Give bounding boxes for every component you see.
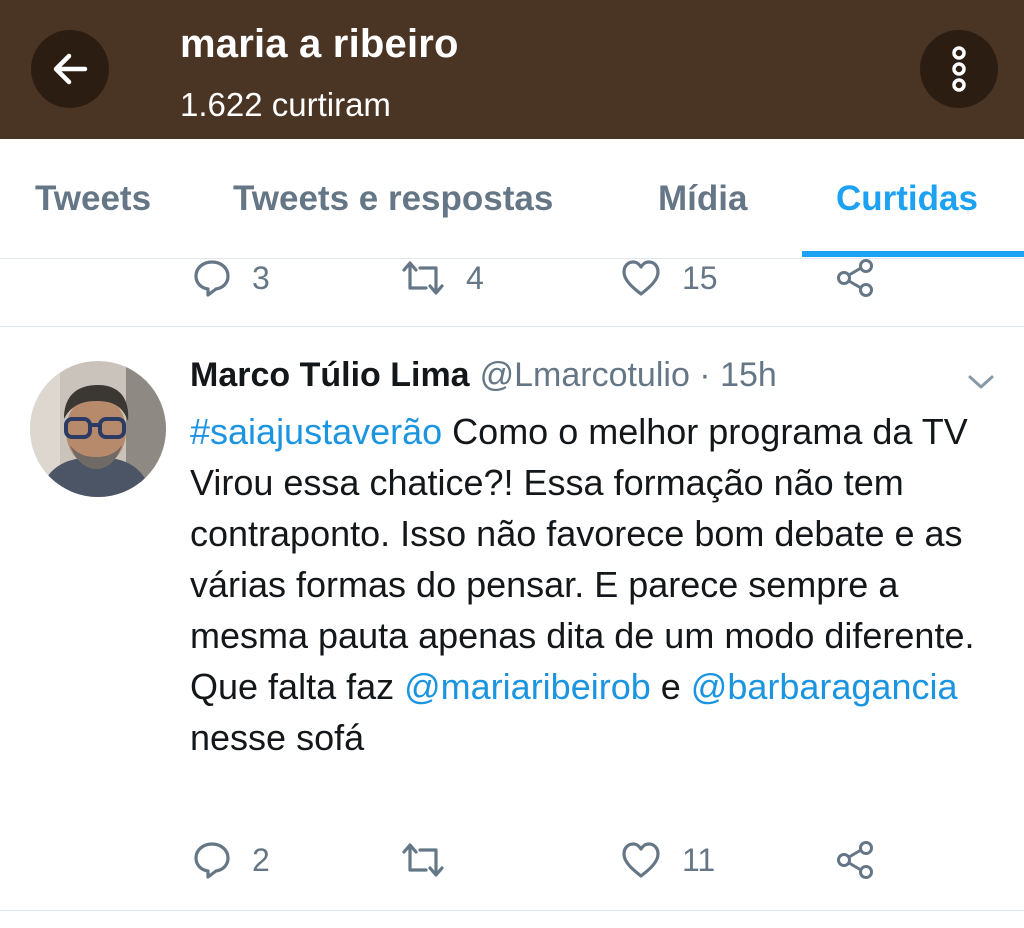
chevron-down-icon [968,375,994,389]
tab-likes[interactable]: Curtidas [836,179,978,219]
previous-tweet-actions: 3 4 15 [0,258,1024,318]
avatar-photo [30,361,166,497]
vertical-dots-icon [952,46,966,92]
profile-header: maria a ribeiro 1.622 curtiram [0,0,1024,139]
share-icon [837,259,873,297]
arrow-left-icon [53,53,88,85]
tab-tweets-and-replies[interactable]: Tweets e respostas [233,179,553,219]
heart-icon [622,842,660,878]
tweet-text-part: nesse sofá [190,717,365,758]
like-button[interactable]: 11 [620,840,715,880]
tweet-header: Marco Túlio Lima @Lmarcotulio · 15h [190,356,777,395]
reply-icon [194,842,230,879]
tweet-actions: 2 11 [0,840,1024,900]
mention-link[interactable]: @mariaribeirob [404,666,651,707]
tweet-text-part: Como o melhor programa da TV Virou essa … [190,411,975,707]
likes-count: 1.622 curtiram [180,86,391,123]
reply-icon [194,260,230,297]
author-handle-time[interactable]: @Lmarcotulio · 15h [480,356,777,394]
author-name[interactable]: Marco Túlio Lima [190,356,470,394]
like-count: 15 [682,259,718,296]
heart-icon [622,260,660,296]
retweet-icon [402,261,444,295]
mention-link[interactable]: @barbaragancia [691,666,958,707]
retweet-button[interactable] [400,840,466,880]
back-button[interactable] [31,30,109,108]
profile-name: maria a ribeiro [180,22,459,66]
retweet-count: 4 [466,259,484,296]
tweet-text-part: e [650,666,691,707]
reply-button[interactable]: 3 [192,258,270,298]
active-tab-indicator [802,251,1024,257]
reply-count: 2 [252,841,270,878]
retweet-button[interactable]: 4 [400,258,484,298]
share-icon [837,841,873,879]
reply-button[interactable]: 2 [192,840,270,880]
tweet-divider [0,910,1024,911]
like-button[interactable]: 15 [620,258,718,298]
tab-tweets[interactable]: Tweets [35,179,151,219]
tweet-menu-button[interactable] [966,372,996,397]
avatar[interactable] [30,361,166,497]
more-options-button[interactable] [920,30,998,108]
like-count: 11 [682,841,716,878]
tab-media[interactable]: Mídia [658,179,747,219]
profile-tabs: Tweets Tweets e respostas Mídia Curtidas [0,139,1024,259]
tweet-text: #saiajustaverão Como o melhor programa d… [190,406,1000,763]
share-button[interactable] [834,840,876,880]
share-button[interactable] [834,258,876,298]
tweet-divider [0,326,1024,327]
retweet-icon [402,843,444,877]
hashtag-link[interactable]: #saiajustaverão [190,411,442,452]
reply-count: 3 [252,259,270,296]
